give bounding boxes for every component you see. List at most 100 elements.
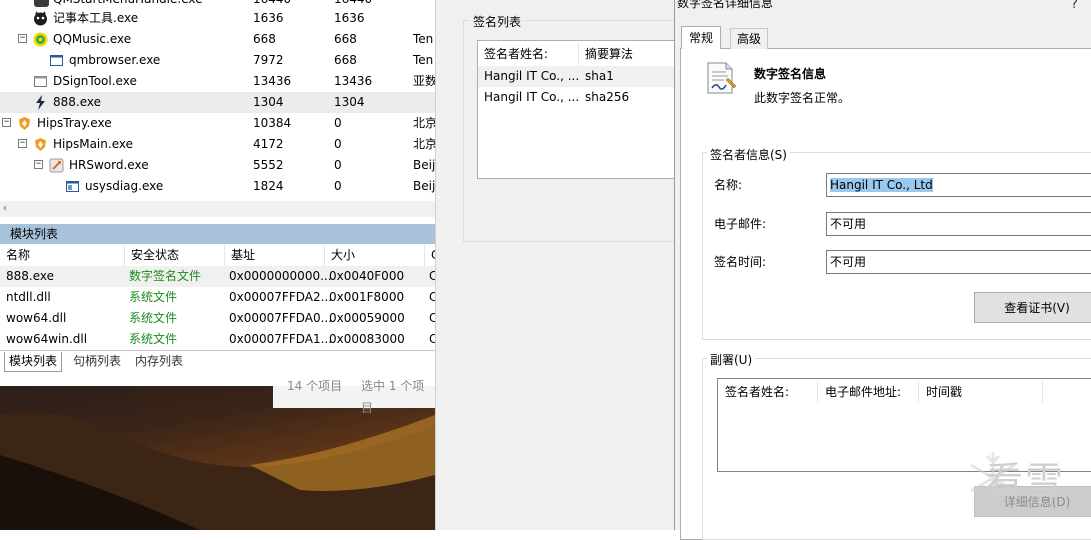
- help-icon[interactable]: ?: [1071, 0, 1078, 12]
- collapse-icon[interactable]: −: [2, 118, 11, 127]
- module-row[interactable]: 888.exe 数字签名文件 0x0000000000... 0x0040F00…: [0, 266, 435, 287]
- column-header-base[interactable]: 基址: [225, 245, 325, 266]
- process-row[interactable]: DSignTool.exe 13436 13436 亚数: [0, 71, 435, 92]
- scroll-left-icon[interactable]: ‹: [3, 201, 13, 217]
- module-row[interactable]: wow64.dll 系统文件 0x00007FFDA0... 0x0005900…: [0, 308, 435, 329]
- collapse-icon[interactable]: −: [18, 139, 27, 148]
- sign-time-value: 不可用: [830, 255, 867, 269]
- process-row[interactable]: qmbrowser.exe 7972 668 Ten: [0, 50, 435, 71]
- process-tree-window: QMStartMenuHandle.exe 16440 16440 记事本工具.…: [0, 0, 435, 386]
- dialog-title: 数字签名详细信息: [677, 0, 774, 10]
- process-row[interactable]: − HRSword.exe 5552 0 Beij: [0, 155, 435, 176]
- process-row[interactable]: − QQMusic.exe 668 668 Ten: [0, 29, 435, 50]
- module-status: 系统文件: [129, 311, 178, 325]
- email-field[interactable]: 不可用: [826, 212, 1091, 236]
- module-base: 0x00007FFDA1...: [229, 332, 333, 346]
- process-name: DSignTool.exe: [53, 74, 137, 88]
- signature-list-title: 签名列表: [470, 13, 525, 30]
- process-row[interactable]: 记事本工具.exe 1636 1636: [0, 8, 435, 29]
- process-vendor: Ten: [413, 53, 434, 67]
- module-size: 0x0040F000: [329, 269, 405, 283]
- process-ppid: 0: [334, 116, 342, 130]
- tab-handles[interactable]: 句柄列表: [69, 352, 125, 371]
- column-header-size[interactable]: 大小: [325, 245, 425, 266]
- process-pid: 10384: [253, 116, 292, 130]
- signer-name: Hangil IT Co., ...: [484, 90, 580, 104]
- collapse-icon[interactable]: −: [34, 160, 43, 169]
- process-row-selected[interactable]: 888.exe 1304 1304: [0, 92, 435, 113]
- process-ppid: 1304: [334, 95, 365, 109]
- process-row[interactable]: − HipsTray.exe 10384 0 北京: [0, 113, 435, 134]
- name-label: 名称:: [714, 178, 743, 192]
- file-properties-window: 签名列表 签名者姓名: 摘要算法 Hangil IT Co., ... sha1…: [435, 0, 676, 530]
- process-pid: 13436: [253, 74, 292, 88]
- process-ppid: 0: [334, 179, 342, 193]
- tab-modules[interactable]: 模块列表: [4, 352, 63, 372]
- column-header-algorithm[interactable]: 摘要算法: [579, 43, 676, 65]
- module-list-title: 模块列表: [10, 227, 59, 241]
- process-name: qmbrowser.exe: [69, 53, 161, 67]
- collapse-icon[interactable]: −: [18, 34, 27, 43]
- process-ppid: 13436: [334, 74, 373, 88]
- bottom-tabs: 模块列表 句柄列表 内存列表: [0, 350, 435, 373]
- process-name: 888.exe: [53, 95, 102, 109]
- window-icon: [66, 181, 79, 192]
- view-certificate-button[interactable]: 查看证书(V): [974, 292, 1091, 323]
- qqmusic-icon: [33, 32, 48, 47]
- process-ppid: 1636: [334, 11, 365, 25]
- countersignature-title: 副署(U): [707, 351, 756, 368]
- tab-general[interactable]: 常规: [681, 26, 722, 49]
- column-header-status[interactable]: 安全状态: [125, 245, 225, 266]
- cat-icon: [34, 11, 47, 26]
- sign-time-label: 签名时间:: [714, 255, 767, 269]
- process-vendor: 亚数: [413, 74, 435, 88]
- shield-icon: [19, 117, 30, 130]
- process-pid: 5552: [253, 158, 284, 172]
- name-field[interactable]: Hangil IT Co., Ltd: [826, 173, 1091, 197]
- signature-row[interactable]: Hangil IT Co., ... sha256: [478, 87, 676, 108]
- column-header-name[interactable]: 名称: [0, 245, 125, 266]
- signer-name: Hangil IT Co., ...: [484, 69, 580, 83]
- signature-list[interactable]: 签名者姓名: 摘要算法 Hangil IT Co., ... sha1 Hang…: [477, 40, 676, 179]
- process-vendor: 北京: [413, 137, 435, 151]
- process-name: 记事本工具.exe: [53, 11, 139, 25]
- email-label: 电子邮件:: [714, 217, 767, 231]
- process-vendor: Beij: [413, 179, 435, 193]
- module-row[interactable]: ntdll.dll 系统文件 0x00007FFDA2... 0x001F800…: [0, 287, 435, 308]
- tab-memory[interactable]: 内存列表: [131, 352, 187, 371]
- email-value: 不可用: [830, 217, 867, 231]
- column-header-extra[interactable]: C: [425, 245, 435, 266]
- module-name: wow64win.dll: [6, 332, 88, 346]
- process-name: HipsMain.exe: [53, 137, 133, 151]
- process-name: HipsTray.exe: [37, 116, 112, 130]
- module-column-headers: 名称 安全状态 基址 大小 C: [0, 245, 435, 267]
- module-name: wow64.dll: [6, 311, 67, 325]
- signer-info-title: 签名者信息(S): [707, 146, 790, 163]
- explorer-status-bar: 14 个项目 选中 1 个项目: [273, 379, 435, 415]
- process-row[interactable]: usysdiag.exe 1824 0 Beij: [0, 176, 435, 197]
- column-header-timestamp[interactable]: 时间戳: [919, 381, 1043, 403]
- module-base: 0x00007FFDA2...: [229, 290, 333, 304]
- module-name: ntdll.dll: [6, 290, 51, 304]
- status-selected-count: 选中 1 个项目: [361, 379, 425, 415]
- process-ppid: 668: [334, 53, 357, 67]
- process-row[interactable]: − HipsMain.exe 4172 0 北京: [0, 134, 435, 155]
- module-size: 0x00059000: [329, 311, 405, 325]
- module-row[interactable]: wow64win.dll 系统文件 0x00007FFDA1... 0x0008…: [0, 329, 435, 350]
- sign-time-field[interactable]: 不可用: [826, 250, 1091, 274]
- column-header-signer[interactable]: 签名者姓名:: [478, 43, 579, 65]
- app-icon: [34, 76, 47, 87]
- signature-info-title: 数字签名信息: [754, 67, 827, 81]
- module-status: 系统文件: [129, 332, 178, 346]
- module-name: 888.exe: [6, 269, 55, 283]
- digest-algorithm: sha256: [585, 90, 630, 104]
- column-header-email[interactable]: 电子邮件地址:: [818, 381, 919, 403]
- module-size: 0x00083000: [329, 332, 405, 346]
- column-header-signer[interactable]: 签名者姓名:: [718, 381, 818, 403]
- signature-row[interactable]: Hangil IT Co., ... sha1: [478, 66, 676, 87]
- process-pid: 1636: [253, 11, 284, 25]
- module-size: 0x001F8000: [329, 290, 405, 304]
- horizontal-scrollbar[interactable]: ‹: [0, 201, 435, 217]
- tab-advanced[interactable]: 高级: [730, 28, 769, 49]
- name-value: Hangil IT Co., Ltd: [830, 178, 933, 192]
